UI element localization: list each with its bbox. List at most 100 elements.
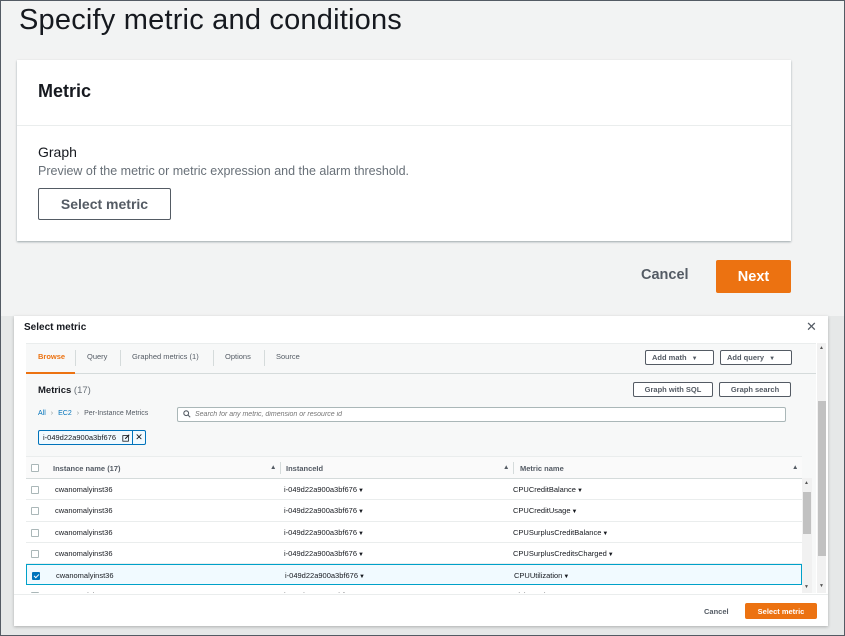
tab-divider xyxy=(75,350,76,366)
row-checkbox[interactable] xyxy=(31,549,39,558)
table-row[interactable]: cwanomalyinst36 i-049d22a900a3bf676▼ DiskR… xyxy=(26,585,802,593)
tab-browse[interactable]: Browse xyxy=(38,352,65,361)
breadcrumb-all[interactable]: All xyxy=(38,410,46,417)
page-title: Specify metric and conditions xyxy=(19,4,402,36)
add-query-button[interactable]: Add query ▼ xyxy=(720,350,792,365)
graph-search-button[interactable]: Graph search xyxy=(719,382,791,397)
cell-metric-name: CPUSurplusCreditsCharged▼ xyxy=(513,549,614,558)
tab-bar: Browse Query Graphed metrics (1) Options… xyxy=(26,344,816,374)
cancel-button[interactable]: Cancel xyxy=(641,267,689,283)
table-row[interactable]: cwanomalyinst36 i-049d22a900a3bf676▼ CPUCr… xyxy=(26,479,802,501)
dropdown-icon[interactable]: ▼ xyxy=(563,574,569,580)
add-query-label: Add query xyxy=(727,353,765,362)
cell-instance-name: cwanomalyinst36 xyxy=(55,591,113,593)
cell-metric-name: DiskReadBytes▼ xyxy=(513,591,571,593)
instance-id-text: i-049d22a900a3bf676 xyxy=(284,548,357,558)
modal-title: Select metric xyxy=(24,322,87,333)
dropdown-icon[interactable]: ▼ xyxy=(608,552,614,558)
instance-id-text: i-049d22a900a3bf676 xyxy=(284,485,357,494)
metric-card: Metric Graph Preview of the metric or me… xyxy=(17,60,791,241)
row-checkbox[interactable] xyxy=(31,486,39,494)
row-checkbox[interactable] xyxy=(32,572,40,581)
table-row[interactable]: cwanomalyinst36 i-049d22a900a3bf676▼ CPUSu… xyxy=(26,521,802,543)
dropdown-icon[interactable]: ▼ xyxy=(358,531,364,537)
dropdown-icon[interactable]: ▼ xyxy=(572,509,578,515)
cell-metric-name: CPUCreditUsage▼ xyxy=(513,506,577,515)
table-row[interactable]: cwanomalyinst36 i-049d22a900a3bf676▼ CPUCr… xyxy=(26,500,802,522)
dropdown-icon[interactable]: ▼ xyxy=(577,488,583,494)
caret-down-icon: ▼ xyxy=(691,356,698,362)
column-header-metric-name[interactable]: Metric name xyxy=(520,464,564,473)
graph-label: Graph xyxy=(38,144,77,160)
add-math-button[interactable]: Add math ▼ xyxy=(645,350,714,365)
row-checkbox[interactable] xyxy=(31,592,39,593)
instance-id-text: i-049d22a900a3bf676 xyxy=(284,527,357,537)
dropdown-icon[interactable]: ▼ xyxy=(358,509,364,515)
scroll-down-icon[interactable]: ▼ xyxy=(819,583,824,589)
instance-id-text: i-049d22a900a3bf676 xyxy=(284,506,357,516)
metric-name-text: CPUSurplusCreditBalance xyxy=(513,527,602,537)
scroll-thumb[interactable] xyxy=(803,492,811,534)
tab-divider xyxy=(213,350,214,366)
cell-metric-name: CPUUtilization▼ xyxy=(514,571,569,580)
metrics-heading: Metrics (17) xyxy=(38,385,91,396)
metric-name-text: CPUCreditBalance xyxy=(513,485,576,494)
filter-token: i-049d22a900a3bf676 ✕ xyxy=(38,430,146,445)
tab-query[interactable]: Query xyxy=(87,352,107,361)
instance-id-text: i-049d22a900a3bf676 xyxy=(284,591,357,593)
modal-scrollbar[interactable]: ▲ ▼ xyxy=(817,343,826,593)
column-header-instance-name[interactable]: Instance name (17) xyxy=(53,464,121,473)
metric-name-text: DiskReadBytes xyxy=(513,591,564,593)
search-input[interactable] xyxy=(195,409,775,420)
row-checkbox[interactable] xyxy=(31,528,39,537)
graph-description: Preview of the metric or metric expressi… xyxy=(38,164,409,178)
table-row[interactable]: cwanomalyinst36 i-049d22a900a3bf676▼ CPUSu… xyxy=(26,542,802,565)
scroll-down-icon[interactable]: ▼ xyxy=(804,584,809,590)
breadcrumb-ec2[interactable]: EC2 xyxy=(58,410,72,417)
active-tab-indicator xyxy=(26,372,75,374)
sort-asc-icon[interactable]: ▲ xyxy=(270,464,276,471)
table-scrollbar[interactable]: ▲ ▼ xyxy=(802,478,812,593)
cell-metric-name: CPUCreditBalance▼ xyxy=(513,485,583,494)
metric-card-title: Metric xyxy=(38,81,92,101)
row-checkbox[interactable] xyxy=(31,507,39,516)
filter-token-label: i-049d22a900a3bf676 xyxy=(43,433,116,442)
close-icon[interactable]: ✕ xyxy=(806,319,817,335)
metric-name-text: CPUCreditUsage xyxy=(513,506,571,516)
caret-down-icon: ▼ xyxy=(769,356,776,362)
edit-icon[interactable] xyxy=(119,431,132,444)
cell-instance-name: cwanomalyinst36 xyxy=(56,571,114,581)
next-button[interactable]: Next xyxy=(716,260,791,293)
breadcrumb: All › EC2 › Per-Instance Metrics xyxy=(38,410,148,417)
tab-source[interactable]: Source xyxy=(276,352,300,361)
remove-filter-icon[interactable]: ✕ xyxy=(132,431,145,444)
scroll-up-icon[interactable]: ▲ xyxy=(804,480,809,486)
cell-instance-id: i-049d22a900a3bf676▼ xyxy=(284,528,364,537)
sort-asc-icon[interactable]: ▲ xyxy=(503,464,509,471)
scroll-up-icon[interactable]: ▲ xyxy=(819,345,824,351)
dropdown-icon[interactable]: ▼ xyxy=(359,574,365,580)
search-icon xyxy=(183,410,191,418)
modal-select-metric-button[interactable]: Select metric xyxy=(745,603,817,619)
metrics-table: Instance name (17) ▲ InstanceId ▲ Metric… xyxy=(26,456,802,593)
modal-footer: Cancel Select metric xyxy=(14,594,828,626)
modal-cancel-button[interactable]: Cancel xyxy=(704,607,729,616)
dropdown-icon[interactable]: ▼ xyxy=(358,488,364,494)
select-metric-button[interactable]: Select metric xyxy=(38,188,171,220)
table-body: cwanomalyinst36 i-049d22a900a3bf676▼ CPUCr… xyxy=(26,479,802,593)
table-row[interactable]: cwanomalyinst36 i-049d22a900a3bf676▼ CPUUt… xyxy=(26,564,802,586)
sort-asc-icon[interactable]: ▲ xyxy=(792,464,798,471)
select-all-checkbox[interactable] xyxy=(31,464,39,472)
tab-options[interactable]: Options xyxy=(225,352,251,361)
metric-card-header: Metric xyxy=(17,60,791,126)
scroll-thumb[interactable] xyxy=(818,401,826,556)
cell-instance-name: cwanomalyinst36 xyxy=(55,485,113,494)
metrics-count: (17) xyxy=(73,385,91,396)
dropdown-icon[interactable]: ▼ xyxy=(358,552,364,558)
graph-with-sql-button[interactable]: Graph with SQL xyxy=(633,382,713,397)
dropdown-icon[interactable]: ▼ xyxy=(602,531,608,537)
column-header-instance-id[interactable]: InstanceId xyxy=(286,464,323,473)
tab-divider xyxy=(264,350,265,366)
metric-search-box[interactable] xyxy=(177,407,786,422)
tab-graphed-metrics[interactable]: Graphed metrics (1) xyxy=(132,352,199,361)
